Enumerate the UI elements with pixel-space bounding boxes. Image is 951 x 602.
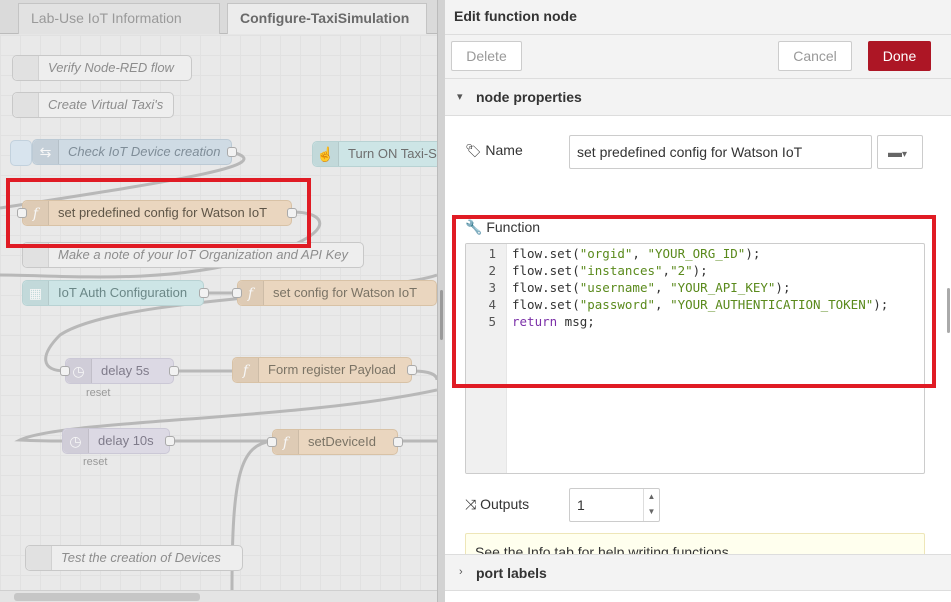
caret-down-icon: ▾: [902, 149, 908, 160]
comment-icon: [13, 56, 39, 80]
wrench-icon: 🔧: [465, 219, 483, 235]
chevron-right-icon: ›: [459, 566, 463, 578]
comment-icon: [23, 243, 49, 267]
tab-configure-taxisimulation[interactable]: Configure-TaxiSimulation: [227, 3, 427, 34]
function-node-form-register[interactable]: f Form register Payload: [232, 357, 417, 383]
function-node-set-config[interactable]: f set config for Watson IoT: [232, 280, 437, 306]
tray-title: Edit function node: [445, 0, 951, 35]
output-port[interactable]: [407, 365, 417, 375]
line-number: 5: [488, 314, 496, 329]
delay-node-10s[interactable]: ◷ delay 10s: [62, 428, 175, 454]
function-node-set-device-id[interactable]: f setDeviceId: [267, 429, 403, 455]
workspace-tab-bar: Lab-Use IoT Information Configure-TaxiSi…: [0, 0, 437, 34]
inject-button[interactable]: [10, 140, 32, 166]
input-port[interactable]: [17, 208, 27, 218]
section-node-properties[interactable]: ▾ node properties: [445, 79, 951, 116]
tray-scrollbar-grip[interactable]: [947, 288, 950, 333]
chevron-down-icon: ▾: [457, 91, 463, 103]
line-number: 4: [488, 297, 496, 312]
node-turn-on[interactable]: ☝ Turn ON Taxi-Si: [312, 141, 437, 167]
hand-icon: ☝: [313, 142, 339, 166]
function-row-label: 🔧 Function: [465, 219, 541, 235]
node-properties-form: 🏷 Name set predefined config for Watson …: [445, 116, 951, 588]
splitter-grip[interactable]: [440, 290, 443, 340]
code-line[interactable]: flow.set("username", "YOUR_API_KEY");: [512, 279, 790, 296]
edit-tray: Edit function node Delete Cancel Done ▾ …: [445, 0, 951, 602]
input-port[interactable]: [60, 366, 70, 376]
output-port[interactable]: [227, 147, 237, 157]
comment-icon: [26, 546, 52, 570]
code-line[interactable]: flow.set("password", "YOUR_AUTHENTICATIO…: [512, 296, 888, 313]
comment-node-make-note[interactable]: Make a note of your IoT Organization and…: [22, 242, 364, 268]
horizontal-scrollbar[interactable]: [0, 590, 437, 602]
comment-node-test-devices[interactable]: Test the creation of Devices: [25, 545, 243, 571]
section-title: node properties: [476, 89, 582, 105]
ibm-iot-node-check[interactable]: ⇆ Check IoT Device creation: [32, 139, 237, 165]
delay-reset-label: reset: [86, 387, 111, 399]
function-icon: f: [233, 358, 259, 382]
comment-icon: [13, 93, 39, 117]
scrollbar-thumb[interactable]: [14, 593, 200, 601]
name-input[interactable]: set predefined config for Watson IoT: [569, 135, 872, 169]
line-number: 1: [488, 246, 496, 261]
output-port[interactable]: [169, 366, 179, 376]
name-row-label: 🏷 Name: [465, 142, 523, 158]
code-line[interactable]: flow.set("orgid", "YOUR_ORG_ID");: [512, 245, 760, 262]
input-port[interactable]: [267, 437, 277, 447]
tab-lab-use-iot-information[interactable]: Lab-Use IoT Information: [18, 3, 220, 34]
comment-node-create[interactable]: Create Virtual Taxi's: [12, 92, 174, 118]
delete-button[interactable]: Delete: [451, 41, 522, 71]
library-button[interactable]: ▬▾: [877, 135, 923, 169]
clock-icon: ◷: [63, 429, 89, 453]
grid-icon: ▦: [23, 281, 49, 305]
output-port[interactable]: [393, 437, 403, 447]
shuffle-icon: ⤨: [465, 496, 477, 512]
config-node-iot-auth[interactable]: ▦ IoT Auth Configuration: [22, 280, 209, 306]
line-number: 3: [488, 280, 496, 295]
input-port[interactable]: [232, 288, 242, 298]
output-port[interactable]: [199, 288, 209, 298]
output-port[interactable]: [287, 208, 297, 218]
outputs-spinner[interactable]: 1 ▲ ▼: [569, 488, 660, 522]
output-port[interactable]: [165, 436, 175, 446]
panel-splitter[interactable]: [437, 0, 445, 602]
section-title: port labels: [476, 565, 547, 581]
done-button[interactable]: Done: [868, 41, 931, 71]
code-line[interactable]: flow.set("instances","2");: [512, 262, 708, 279]
comment-node-verify[interactable]: Verify Node-RED flow: [12, 55, 192, 81]
cancel-button[interactable]: Cancel: [778, 41, 852, 71]
flow-workspace: Lab-Use IoT Information Configure-TaxiSi…: [0, 0, 437, 602]
flow-wires: [0, 150, 437, 590]
function-code-editor[interactable]: 1 2 3 4 5 flow.set("orgid", "YOUR_ORG_ID…: [465, 243, 925, 474]
delay-node-5s[interactable]: ◷ delay 5s: [60, 358, 179, 384]
tag-icon: 🏷: [465, 143, 482, 158]
book-icon: ▬: [888, 144, 902, 160]
section-port-labels[interactable]: › port labels: [445, 554, 951, 591]
line-number: 2: [488, 263, 496, 278]
flow-canvas[interactable]: Verify Node-RED flow Create Virtual Taxi…: [0, 35, 437, 590]
function-node-set-predefined[interactable]: f set predefined config for Watson IoT: [17, 200, 297, 226]
delay-reset-label: reset: [83, 456, 108, 468]
tray-toolbar: Delete Cancel Done: [445, 35, 951, 79]
code-line[interactable]: return msg;: [512, 313, 595, 330]
outputs-row-label: ⤨ Outputs: [465, 496, 530, 512]
arrows-icon: ⇆: [33, 140, 59, 164]
spinner-arrows[interactable]: ▲ ▼: [643, 489, 659, 521]
